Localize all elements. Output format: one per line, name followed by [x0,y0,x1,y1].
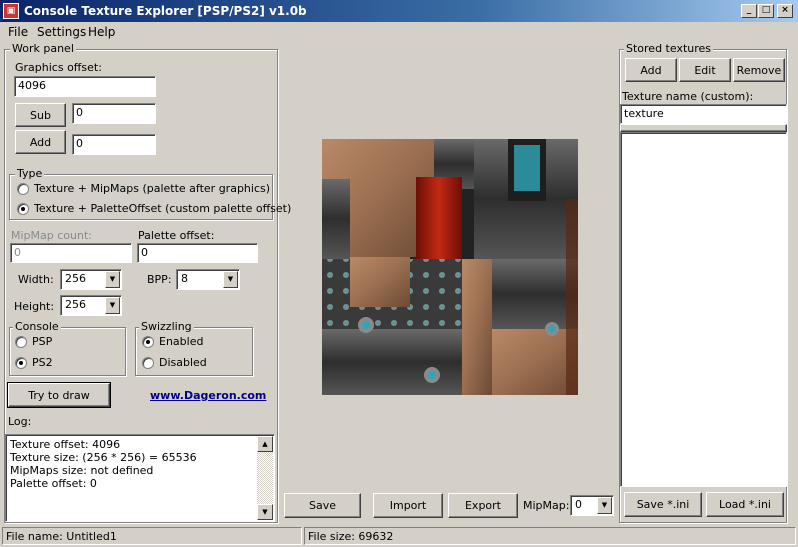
type-mipmaps-label[interactable]: Texture + MipMaps (palette after graphic… [34,182,270,195]
scroll-up-icon[interactable]: ▲ [257,436,273,452]
log-box[interactable]: Texture offset: 4096 Texture size: (256 … [5,434,275,522]
swizzling-disabled-label[interactable]: Disabled [159,356,207,369]
height-label: Height: [14,300,55,313]
mipmap-label: MipMap: [523,499,570,512]
stored-textures-title: Stored textures [624,42,714,55]
mipmap-count-input: 0 [10,243,132,263]
menu-help[interactable]: Help [88,25,115,39]
status-file-name: File name: Untitled1 [2,527,302,545]
work-panel-title: Work panel [10,42,76,55]
menu-bar: File Settings Help [0,22,798,42]
log-line: MipMaps size: not defined [10,464,154,477]
graphics-offset-label: Graphics offset: [15,61,102,74]
window-title: Console Texture Explorer [PSP/PS2] v1.0b [24,4,307,18]
mipmap-combo[interactable]: 0 ▼ [570,495,614,516]
width-combo[interactable]: 256 ▼ [60,269,122,290]
list-header-bar [620,124,787,132]
swizzling-enabled-radio[interactable] [142,336,154,348]
texture-preview [322,139,578,395]
type-group-title: Type [15,167,45,180]
bpp-combo[interactable]: 8 ▼ [176,269,240,290]
title-bar[interactable]: ▣ Console Texture Explorer [PSP/PS2] v1.… [0,0,798,22]
log-line: Texture offset: 4096 [10,438,121,451]
type-mipmaps-radio[interactable] [17,183,29,195]
height-combo[interactable]: 256 ▼ [60,295,122,316]
scroll-down-icon[interactable]: ▼ [257,504,273,520]
sub-button[interactable]: Sub [15,103,66,127]
palette-offset-label: Palette offset: [138,229,215,242]
stored-add-button[interactable]: Add [625,58,677,82]
log-line: Texture size: (256 * 256) = 65536 [10,451,197,464]
swizzling-group-title: Swizzling [139,320,194,333]
chevron-down-icon[interactable]: ▼ [105,297,120,314]
console-group [9,327,126,376]
chevron-down-icon[interactable]: ▼ [597,497,612,514]
sub-value-input[interactable]: 0 [72,103,156,124]
height-value: 256 [65,298,86,311]
menu-settings[interactable]: Settings [37,25,86,39]
bpp-value: 8 [181,272,188,285]
width-value: 256 [65,272,86,285]
maximize-button[interactable]: □ [758,4,774,18]
swizzling-enabled-label[interactable]: Enabled [159,335,203,348]
try-to-draw-button[interactable]: Try to draw [7,382,111,408]
mipmap-value: 0 [575,498,582,511]
console-psp-radio[interactable] [15,336,27,348]
mipmap-count-label: MipMap count: [11,229,92,242]
add-offset-button[interactable]: Add [15,130,66,154]
website-link[interactable]: www.Dageron.com [150,389,266,402]
load-ini-button[interactable]: Load *.ini [706,492,784,517]
console-ps2-radio[interactable] [15,357,27,369]
log-line: Palette offset: 0 [10,477,97,490]
bpp-label: BPP: [147,273,172,286]
console-psp-label[interactable]: PSP [32,335,52,348]
console-group-title: Console [13,320,61,333]
close-button[interactable]: × [777,4,793,18]
save-button[interactable]: Save [284,493,361,518]
minimize-button[interactable]: _ [741,4,757,18]
chevron-down-icon[interactable]: ▼ [105,271,120,288]
chevron-down-icon[interactable]: ▼ [223,271,238,288]
texture-name-input[interactable]: texture [620,104,787,124]
type-palette-offset-label[interactable]: Texture + PaletteOffset (custom palette … [34,202,291,215]
swizzling-disabled-radio[interactable] [142,357,154,369]
graphics-offset-input[interactable]: 4096 [14,76,156,97]
log-scrollbar[interactable]: ▲ ▼ [257,436,273,520]
add-value-input[interactable]: 0 [72,134,156,155]
import-button[interactable]: Import [373,493,443,518]
app-icon: ▣ [3,3,19,19]
stored-remove-button[interactable]: Remove [733,58,785,82]
console-ps2-label[interactable]: PS2 [32,356,53,369]
stored-textures-list[interactable] [620,132,787,487]
width-label: Width: [18,273,54,286]
log-label: Log: [8,415,32,428]
palette-offset-input[interactable]: 0 [137,243,258,263]
stored-edit-button[interactable]: Edit [679,58,731,82]
type-palette-offset-radio[interactable] [17,203,29,215]
menu-file[interactable]: File [8,25,28,39]
texture-name-label: Texture name (custom): [622,90,754,103]
status-file-size: File size: 69632 [304,527,796,545]
save-ini-button[interactable]: Save *.ini [624,492,702,517]
export-button[interactable]: Export [448,493,518,518]
texture-image [322,139,578,395]
